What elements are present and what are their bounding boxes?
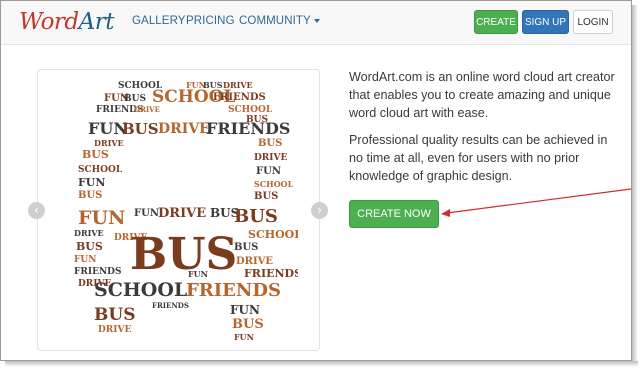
annotation-arrow	[441, 188, 631, 217]
browser-frame: WordArt GALLERY PRICING COMMUNITY CREATE…	[0, 0, 632, 361]
frame-shadow-bottom	[5, 361, 638, 367]
arrow-head	[441, 209, 450, 217]
arrow-line	[446, 188, 631, 214]
frame-shadow-right	[632, 5, 638, 363]
